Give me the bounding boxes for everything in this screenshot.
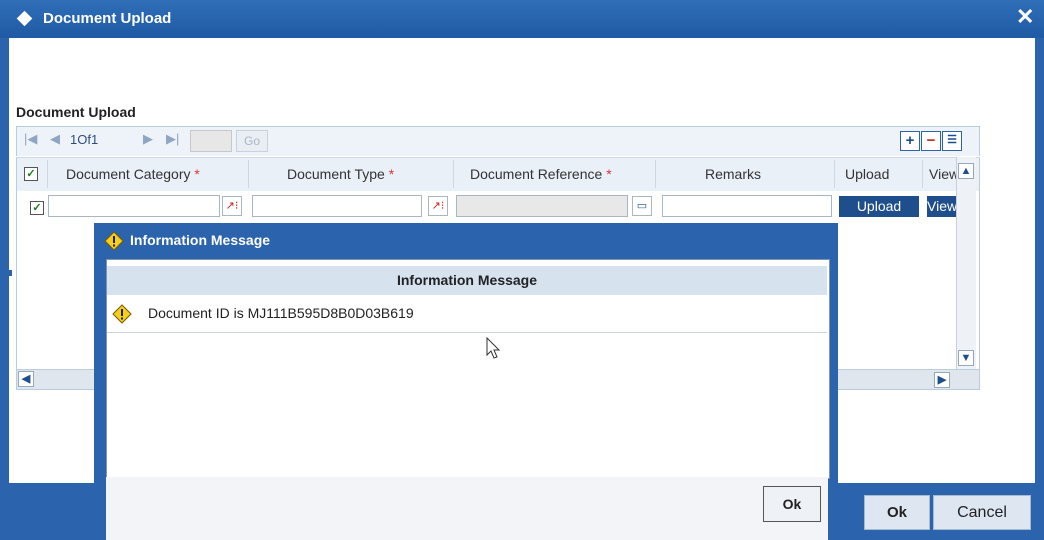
scroll-left-icon[interactable]: ◀	[18, 371, 34, 387]
warning-icon	[112, 304, 132, 324]
window-title: Document Upload	[43, 10, 172, 27]
window-left-border	[0, 38, 9, 540]
header-separator	[834, 160, 835, 188]
header-separator	[655, 160, 656, 188]
view-button[interactable]: View	[927, 196, 956, 217]
next-page-icon[interactable]: ▶	[143, 131, 153, 147]
last-page-icon[interactable]: ▶|	[166, 131, 179, 147]
close-icon[interactable]: ✕	[1016, 4, 1034, 30]
row-select-checkbox[interactable]: ✓	[30, 201, 44, 215]
select-all-checkbox[interactable]: ✓	[24, 167, 38, 181]
header-document-type[interactable]: Document Type *	[287, 166, 394, 182]
cancel-button[interactable]: Cancel	[933, 495, 1031, 530]
document-type-input[interactable]	[252, 195, 422, 217]
reference-edit-icon[interactable]: ▭	[632, 196, 652, 216]
mouse-cursor-icon	[486, 337, 501, 359]
remarks-input[interactable]	[662, 195, 832, 217]
header-separator	[453, 160, 454, 188]
scroll-right-icon[interactable]: ▶	[934, 372, 950, 388]
window-right-border	[1035, 38, 1044, 540]
header-document-reference[interactable]: Document Reference *	[470, 166, 612, 182]
document-category-input[interactable]	[48, 195, 220, 217]
page-number-input[interactable]	[190, 130, 232, 152]
document-reference-input[interactable]	[456, 195, 628, 217]
resize-handle-left[interactable]	[9, 270, 12, 276]
message-text: Document ID is MJ111B595D8B0D03B619	[148, 305, 414, 321]
header-upload[interactable]: Upload	[845, 166, 889, 182]
scroll-down-icon[interactable]: ▼	[958, 350, 974, 366]
vertical-scrollbar[interactable]	[956, 157, 976, 379]
header-remarks[interactable]: Remarks	[705, 166, 761, 182]
resize-handle-right[interactable]	[1036, 270, 1042, 276]
warning-icon	[104, 231, 124, 251]
category-lookup-icon[interactable]: ↗⁝	[222, 196, 242, 216]
ok-button[interactable]: Ok	[864, 495, 930, 530]
single-view-icon[interactable]: ☰	[942, 131, 962, 151]
delete-row-icon[interactable]: −	[921, 131, 941, 151]
prev-page-icon[interactable]: ◀	[50, 131, 60, 147]
header-separator	[47, 160, 48, 188]
message-header: Information Message	[107, 266, 827, 295]
type-lookup-icon[interactable]: ↗⁝	[428, 196, 448, 216]
dialog-button-area	[106, 477, 828, 540]
scroll-up-icon[interactable]: ▲	[958, 163, 974, 179]
header-separator	[922, 160, 923, 188]
page-info: 1Of1	[70, 132, 99, 147]
header-view[interactable]: View	[929, 166, 956, 182]
grid-toolbar	[16, 126, 980, 156]
first-page-icon[interactable]: |◀	[24, 131, 37, 147]
go-button[interactable]: Go	[236, 130, 268, 152]
add-row-icon[interactable]: +	[900, 131, 920, 151]
section-title: Document Upload	[16, 104, 136, 120]
dialog-ok-button[interactable]: Ok	[763, 486, 821, 522]
header-document-category[interactable]: Document Category *	[66, 166, 200, 182]
dialog-title: Information Message	[130, 232, 271, 248]
upload-button[interactable]: Upload	[839, 196, 919, 217]
header-separator	[248, 160, 249, 188]
